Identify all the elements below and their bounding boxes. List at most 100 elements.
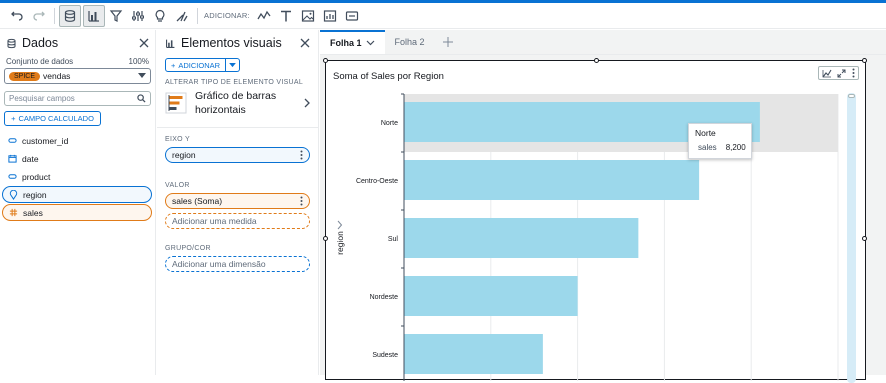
spice-badge: SPICE xyxy=(9,71,41,81)
add-sheet-button[interactable] xyxy=(435,30,461,54)
visuals-panel-title: Elementos visuais xyxy=(165,36,282,50)
close-icon[interactable] xyxy=(139,38,149,48)
bar-chart-icon[interactable] xyxy=(83,4,105,27)
plus-icon: + xyxy=(11,114,16,123)
field-label: customer_id xyxy=(22,135,69,146)
field-label: sales xyxy=(23,207,43,218)
plus-icon xyxy=(442,37,453,47)
resize-handle[interactable] xyxy=(323,236,328,241)
field-customer-id[interactable]: customer_id xyxy=(2,132,152,149)
y-axis-field-well[interactable]: region xyxy=(165,147,310,163)
themes-icon[interactable] xyxy=(171,5,193,27)
data-panel-title: Dados xyxy=(6,36,58,50)
bar-nordeste[interactable] xyxy=(404,276,578,316)
dataset-select[interactable]: SPICE vendas xyxy=(4,68,151,84)
toolbar: ADICIONAR: xyxy=(0,3,886,29)
parameters-icon[interactable] xyxy=(127,5,149,27)
search-placeholder: Pesquisar campos xyxy=(9,94,75,103)
resize-handle[interactable] xyxy=(323,58,328,63)
tooltip-row: sales 8,200 xyxy=(695,143,746,152)
group-color-label: GRUPO/COR xyxy=(165,245,211,252)
visuals-panel: Elementos visuais + ADICIONAR ALTERAR TI… xyxy=(157,30,319,375)
tooltip-series: sales xyxy=(698,143,717,152)
visual-type-selector[interactable]: Gráfico de barras horizontais xyxy=(157,86,318,120)
visual-container[interactable]: Soma of Sales por Region region Norte Cen… xyxy=(323,58,867,383)
insights-bulb-icon[interactable] xyxy=(149,5,171,27)
add-visual-main[interactable]: + ADICIONAR xyxy=(165,58,227,72)
y-tick-label: Sudeste xyxy=(372,352,398,359)
add-dimension-well[interactable]: Adicionar uma dimensão xyxy=(165,256,310,272)
field-region[interactable]: region xyxy=(2,186,152,203)
visual-type-line2: horizontais xyxy=(195,104,246,116)
y-tick-label: Norte xyxy=(381,120,398,127)
dataset-percent: 100% xyxy=(128,57,149,66)
y-tick-label: Centro-Oeste xyxy=(356,178,398,185)
tab-folha-2[interactable]: Folha 2 xyxy=(385,30,435,54)
tooltip-value: 8,200 xyxy=(725,143,746,152)
divider xyxy=(157,127,318,128)
redo-icon[interactable] xyxy=(28,5,50,27)
filter-icon[interactable] xyxy=(105,5,127,27)
value-field: sales (Soma) xyxy=(172,196,223,206)
string-icon xyxy=(8,172,17,181)
add-insight-icon[interactable] xyxy=(319,5,341,27)
y-tick-label: Sul xyxy=(388,236,399,243)
dataset-label: Conjunto de dados xyxy=(6,57,74,66)
chart-tooltip: Norte sales 8,200 xyxy=(688,123,752,159)
tab-folha-1[interactable]: Folha 1 xyxy=(320,30,385,54)
bar-sul[interactable] xyxy=(404,218,639,258)
bar-centro-oeste[interactable] xyxy=(404,160,700,200)
visual-type-line1: Gráfico de barras xyxy=(195,90,277,102)
more-options-icon[interactable] xyxy=(300,196,303,206)
field-search-input[interactable]: Pesquisar campos xyxy=(4,91,151,106)
add-measure-placeholder: Adicionar uma medida xyxy=(172,216,257,226)
caret-down-icon xyxy=(229,62,236,67)
dataset-name: vendas xyxy=(43,71,71,81)
field-label: date xyxy=(22,153,39,164)
resize-handle[interactable] xyxy=(594,58,599,63)
field-date[interactable]: date xyxy=(2,150,152,167)
value-field-well[interactable]: sales (Soma) xyxy=(165,193,310,209)
add-visual-line-icon[interactable] xyxy=(253,5,275,27)
undo-icon[interactable] xyxy=(6,5,28,27)
y-axis-label: EIXO Y xyxy=(165,136,191,143)
field-product[interactable]: product xyxy=(2,168,152,185)
toolbar-divider xyxy=(197,7,198,24)
field-list: customer_id date product region sales xyxy=(0,132,155,221)
visual-type-name: Gráfico de barras horizontais xyxy=(195,89,296,117)
horizontal-bar-chart-icon xyxy=(165,92,187,114)
visuals-panel-header: Elementos visuais xyxy=(157,30,318,56)
resize-handle[interactable] xyxy=(862,236,867,241)
location-icon xyxy=(9,189,18,200)
search-icon xyxy=(137,94,146,103)
bar-chart[interactable]: region Norte Centro-Oeste Sul Nordeste Sudes… xyxy=(326,61,867,381)
y-axis-field: region xyxy=(172,150,196,160)
chevron-down-icon[interactable] xyxy=(366,40,375,46)
add-measure-well[interactable]: Adicionar uma medida xyxy=(165,213,310,229)
add-story-icon[interactable] xyxy=(341,5,363,27)
value-label: VALOR xyxy=(165,182,190,189)
dataset-row: Conjunto de dados 100% xyxy=(0,57,155,66)
resize-handle[interactable] xyxy=(862,58,867,63)
tab-label: Folha 1 xyxy=(330,38,362,48)
close-icon[interactable] xyxy=(300,38,310,48)
hash-icon xyxy=(9,208,18,217)
chevron-right-icon[interactable] xyxy=(337,220,343,230)
visuals-panel-title-text: Elementos visuais xyxy=(181,36,282,50)
scrollbar-thumb[interactable] xyxy=(848,94,855,98)
calculated-field-button[interactable]: + CAMPO CALCULADO xyxy=(4,111,101,126)
add-image-icon[interactable] xyxy=(297,5,319,27)
more-options-icon[interactable] xyxy=(300,150,303,160)
vertical-scrollbar[interactable] xyxy=(847,93,856,383)
add-visual-dropdown[interactable] xyxy=(226,58,241,72)
bar-chart-icon xyxy=(165,38,176,49)
add-dimension-placeholder: Adicionar uma dimensão xyxy=(172,259,266,269)
caret-down-icon xyxy=(138,73,146,79)
database-icon[interactable] xyxy=(59,4,81,27)
field-sales[interactable]: sales xyxy=(2,204,152,221)
bar-sudeste[interactable] xyxy=(404,334,543,374)
add-text-icon[interactable] xyxy=(275,5,297,27)
calculated-field-label: CAMPO CALCULADO xyxy=(18,114,94,123)
add-visual-button[interactable]: + ADICIONAR xyxy=(165,58,318,72)
tooltip-title: Norte xyxy=(695,128,716,138)
